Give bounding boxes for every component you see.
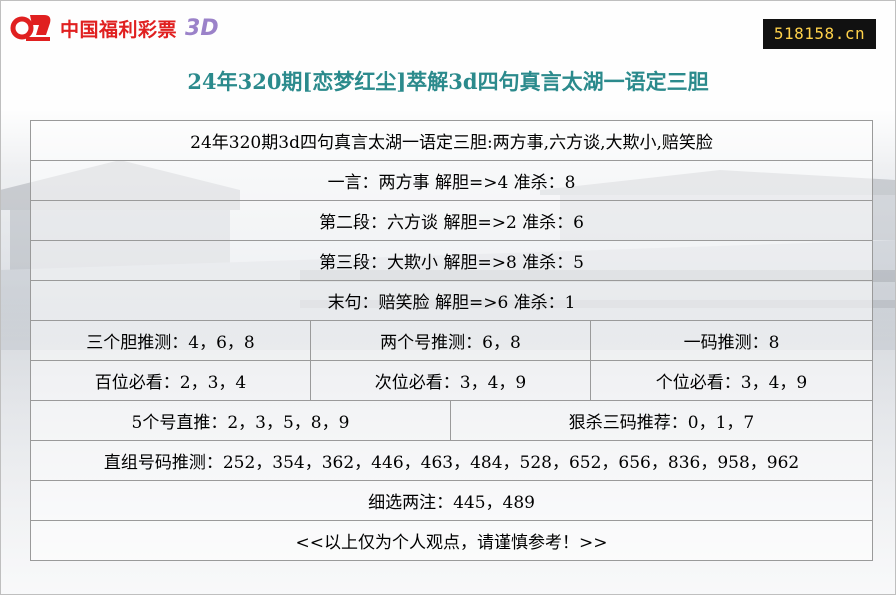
logo-3d-mark: 3D	[185, 15, 219, 41]
line3-cell: 第三段：大欺小 解胆=>8 准杀：5	[29, 240, 874, 281]
lottery-logo: 中国福利彩票 3D	[10, 10, 219, 46]
table-row: 第三段：大欺小 解胆=>8 准杀：5	[29, 240, 874, 281]
prediction-table: 24年320期3d四句真言太湖一语定三胆:两方事,六方谈,大欺小,赔笑脸 一言：…	[29, 120, 874, 561]
disclaimer-cell: <<以上仅为个人观点，请谨慎参考！>>	[29, 520, 874, 561]
table-row: 24年320期3d四句真言太湖一语定三胆:两方事,六方谈,大欺小,赔笑脸	[29, 120, 874, 161]
line2-cell: 第二段：六方谈 解胆=>2 准杀：6	[29, 200, 874, 241]
two-num-cell: 两个号推测：6，8	[310, 320, 591, 361]
table-row: 三个胆推测：4，6，8 两个号推测：6，8 一码推测：8	[30, 320, 874, 361]
table-row: 末句：赔笑脸 解胆=>6 准杀：1	[29, 280, 874, 321]
two-bets-cell: 细选两注：445，489	[29, 480, 874, 521]
logo-text: 中国福利彩票	[60, 18, 178, 41]
group-nums-cell: 直组号码推测：252，354，362，446，463，484，528，652，6…	[29, 440, 874, 481]
table-row: 百位必看：2，3，4 次位必看：3，4，9 个位必看：3，4，9	[30, 360, 874, 401]
table-row: 5个号直推：2，3，5，8，9 狠杀三码推荐：0，1，7	[30, 400, 874, 441]
tens-cell: 次位必看：3，4，9	[310, 360, 591, 401]
line1-cell: 一言：两方事 解胆=>4 准杀：8	[29, 160, 874, 201]
kill-three-cell: 狠杀三码推荐：0，1，7	[449, 400, 874, 441]
table-row: 第二段：六方谈 解胆=>2 准杀：6	[29, 200, 874, 241]
welfare-lottery-logo-icon	[10, 15, 51, 41]
intro-cell: 24年320期3d四句真言太湖一语定三胆:两方事,六方谈,大欺小,赔笑脸	[29, 120, 874, 161]
hundreds-cell: 百位必看：2，3，4	[30, 360, 311, 401]
site-badge[interactable]: 518158.cn	[763, 19, 876, 49]
table-row: <<以上仅为个人观点，请谨慎参考！>>	[29, 520, 874, 561]
one-code-cell: 一码推测：8	[589, 320, 874, 361]
table-row: 一言：两方事 解胆=>4 准杀：8	[29, 160, 874, 201]
three-dan-cell: 三个胆推测：4，6，8	[30, 320, 311, 361]
line4-cell: 末句：赔笑脸 解胆=>6 准杀：1	[29, 280, 874, 321]
five-num-cell: 5个号直推：2，3，5，8，9	[30, 400, 451, 441]
table-row: 细选两注：445，489	[29, 480, 874, 521]
units-cell: 个位必看：3，4，9	[589, 360, 874, 401]
table-row: 直组号码推测：252，354，362，446，463，484，528，652，6…	[29, 440, 874, 481]
page-title: 24年320期[恋梦红尘]萃解3d四句真言太湖一语定三胆	[187, 69, 709, 94]
